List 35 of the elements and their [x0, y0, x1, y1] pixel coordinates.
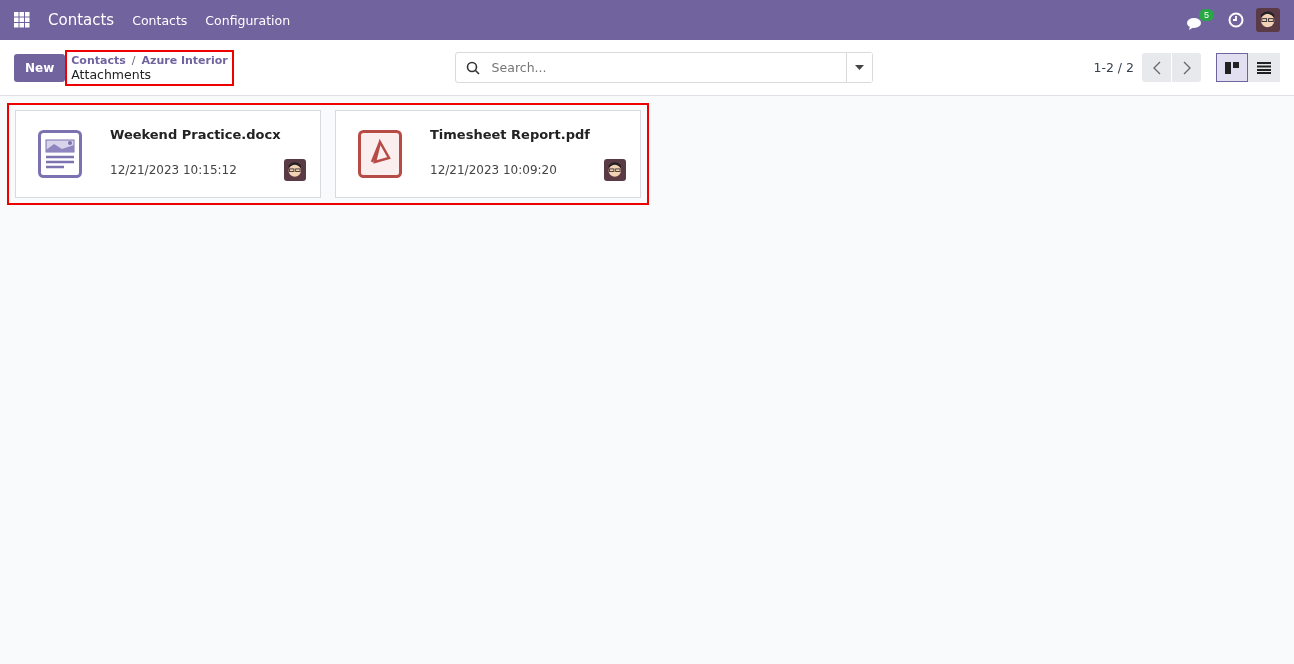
pager-value[interactable]: 1-2 / 2: [1093, 60, 1134, 75]
breadcrumb-separator: /: [131, 53, 136, 67]
avatar-icon: [604, 159, 626, 181]
messages-button[interactable]: 5: [1187, 9, 1216, 31]
breadcrumb-link[interactable]: Contacts: [71, 53, 126, 67]
avatar-icon: [284, 159, 306, 181]
chevron-left-icon: [1152, 60, 1161, 75]
app-title[interactable]: Contacts: [48, 11, 115, 29]
page-title: Attachments: [71, 66, 153, 82]
file-name: Timesheet Report.pdf: [430, 127, 591, 142]
pdf-file-icon: [358, 130, 402, 178]
search-bar[interactable]: Search...: [454, 52, 873, 83]
search-field[interactable]: Search...: [489, 59, 846, 76]
chat-icon: [1187, 17, 1204, 31]
search-icon: [465, 60, 480, 75]
clock-icon[interactable]: [1228, 12, 1244, 28]
apps-grid-icon[interactable]: [14, 12, 30, 28]
kanban-icon: [1225, 61, 1239, 74]
view-switch-button[interactable]: [1216, 53, 1248, 82]
attachment-card[interactable]: Timesheet Report.pdf 12/21/2023 10:09:20: [335, 110, 641, 198]
search-options-toggle[interactable]: [845, 53, 872, 82]
file-name: Weekend Practice.docx: [110, 127, 282, 142]
avatar-icon: [1256, 8, 1280, 32]
menu-item[interactable]: Configuration: [205, 12, 291, 28]
new-button[interactable]: New: [14, 53, 66, 82]
message-count-badge: 5: [1199, 9, 1214, 21]
menu-item[interactable]: Contacts: [132, 12, 188, 28]
upload-date: 12/21/2023 10:15:12: [110, 163, 237, 177]
breadcrumb-link[interactable]: Azure Interior: [141, 53, 228, 67]
attachment-card[interactable]: Weekend Practice.docx 12/21/2023 10:15:12: [15, 110, 321, 198]
upload-date: 12/21/2023 10:09:20: [430, 163, 557, 177]
list-icon: [1257, 61, 1271, 74]
chevron-right-icon: [1182, 60, 1191, 75]
image-document-icon: [38, 130, 82, 178]
caret-icon: [854, 65, 864, 70]
